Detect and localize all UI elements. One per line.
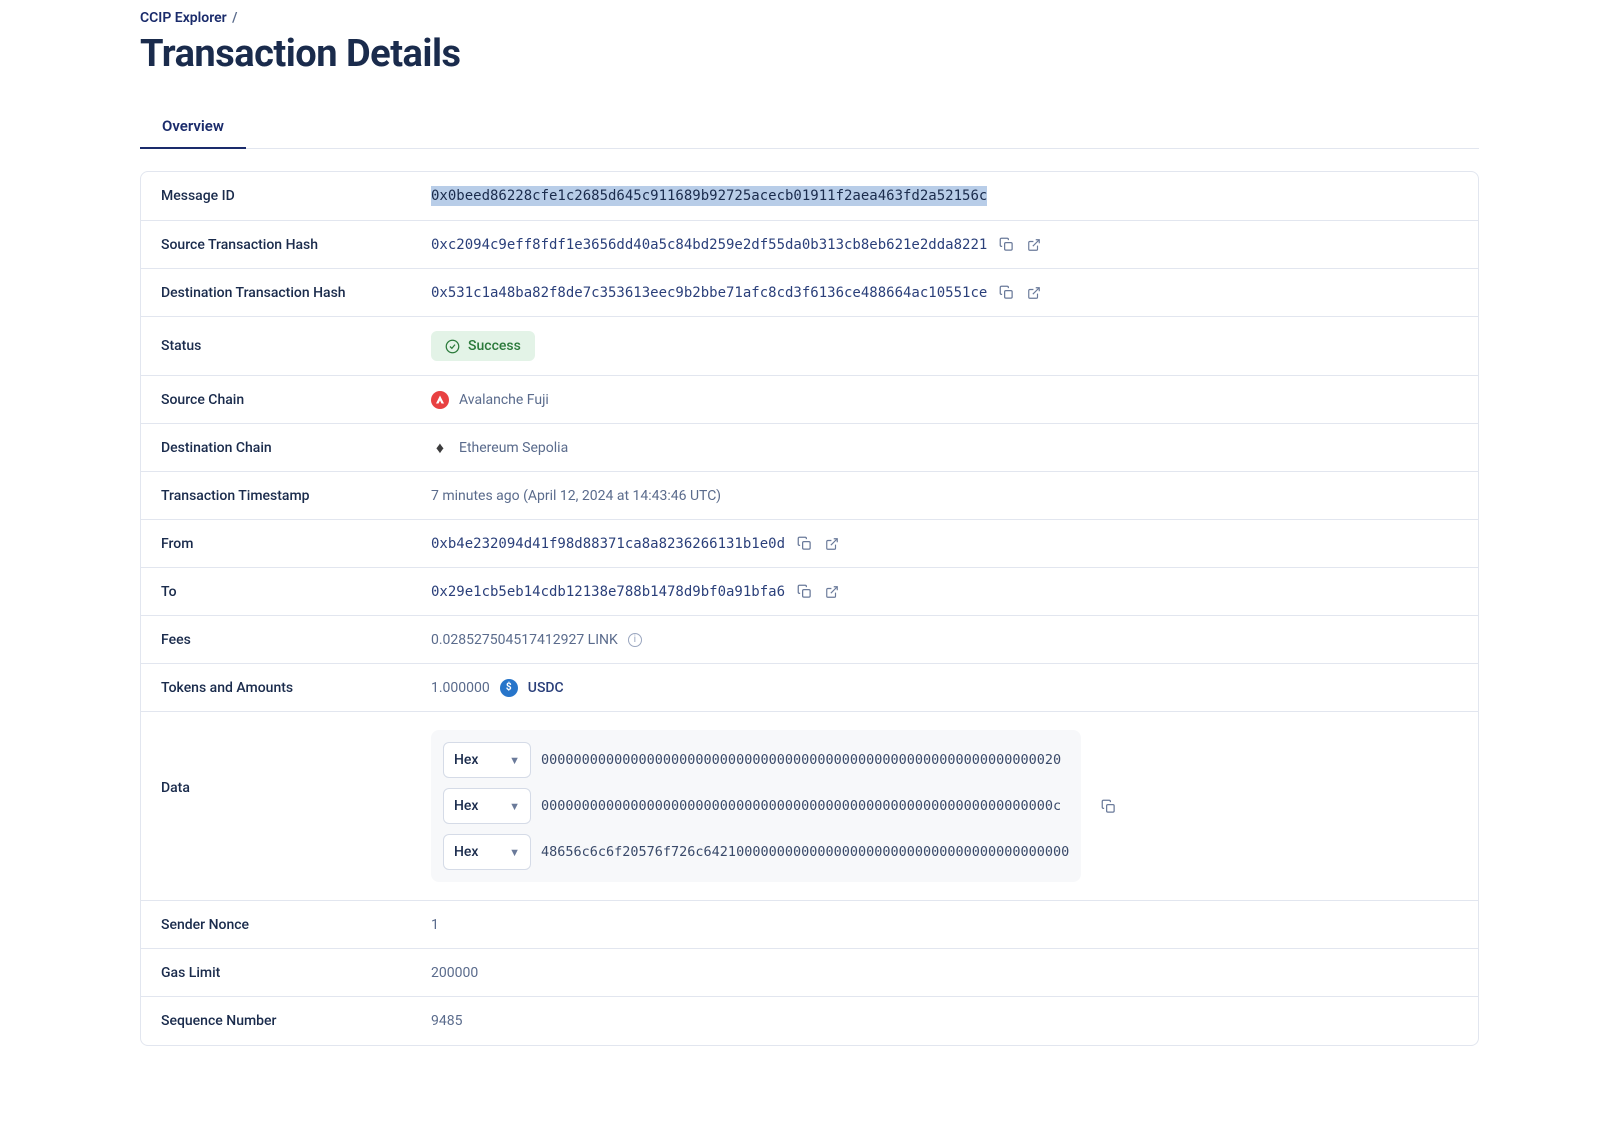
row-dest-tx-hash: Destination Transaction Hash 0x531c1a48b…	[141, 269, 1478, 317]
source-chain-text: Avalanche Fuji	[459, 392, 549, 408]
label-to: To	[161, 584, 431, 600]
data-value-0: 0000000000000000000000000000000000000000…	[541, 752, 1061, 768]
data-format-label: Hex	[454, 844, 478, 860]
value-message-id: 0x0beed86228cfe1c2685d645c911689b92725ac…	[431, 186, 1458, 206]
label-dest-chain: Destination Chain	[161, 440, 431, 456]
token-symbol[interactable]: USDC	[528, 680, 564, 696]
data-format-select[interactable]: Hex ▼	[443, 788, 531, 824]
dest-tx-hash-link[interactable]: 0x531c1a48ba82f8de7c353613eec9b2bbe71afc…	[431, 285, 987, 301]
value-dest-tx-hash: 0x531c1a48ba82f8de7c353613eec9b2bbe71afc…	[431, 284, 1458, 302]
copy-icon[interactable]	[1099, 797, 1117, 815]
row-to: To 0x29e1cb5eb14cdb12138e788b1478d9bf0a9…	[141, 568, 1478, 616]
chevron-down-icon: ▼	[509, 754, 520, 767]
chevron-down-icon: ▼	[509, 846, 520, 859]
from-address-link[interactable]: 0xb4e232094d41f98d88371ca8a8236266131b1e…	[431, 536, 785, 552]
data-format-label: Hex	[454, 798, 478, 814]
data-line-1: Hex ▼ 0000000000000000000000000000000000…	[443, 788, 1069, 824]
row-data: Data Hex ▼ 00000000000000000000000000000…	[141, 712, 1478, 901]
value-fees: 0.028527504517412927 LINK i	[431, 632, 1458, 648]
external-link-icon[interactable]	[823, 535, 841, 553]
fees-text: 0.028527504517412927 LINK	[431, 632, 618, 648]
page-title: Transaction Details	[140, 32, 1479, 76]
row-tokens: Tokens and Amounts 1.000000 $ USDC	[141, 664, 1478, 712]
check-circle-icon	[445, 339, 460, 354]
copy-icon[interactable]	[795, 583, 813, 601]
status-text: Success	[468, 338, 521, 354]
row-nonce: Sender Nonce 1	[141, 901, 1478, 949]
value-timestamp: 7 minutes ago (April 12, 2024 at 14:43:4…	[431, 488, 1458, 504]
label-message-id: Message ID	[161, 188, 431, 204]
data-line-0: Hex ▼ 0000000000000000000000000000000000…	[443, 742, 1069, 778]
label-dest-tx-hash: Destination Transaction Hash	[161, 285, 431, 301]
data-format-label: Hex	[454, 752, 478, 768]
row-status: Status Success	[141, 317, 1478, 376]
avalanche-icon	[431, 391, 449, 409]
label-source-tx-hash: Source Transaction Hash	[161, 237, 431, 253]
row-seq: Sequence Number 9485	[141, 997, 1478, 1045]
label-data: Data	[161, 730, 431, 796]
data-format-select[interactable]: Hex ▼	[443, 834, 531, 870]
data-value-2: 48656c6c6f20576f726c64210000000000000000…	[541, 844, 1069, 860]
label-status: Status	[161, 338, 431, 354]
value-dest-chain: ♦ Ethereum Sepolia	[431, 439, 1458, 457]
value-source-tx-hash: 0xc2094c9eff8fdf1e3656dd40a5c84bd259e2df…	[431, 236, 1458, 254]
data-line-2: Hex ▼ 48656c6c6f20576f726c64210000000000…	[443, 834, 1069, 870]
tabs: Overview	[140, 104, 1479, 149]
data-value-1: 0000000000000000000000000000000000000000…	[541, 798, 1061, 814]
value-status: Success	[431, 331, 1458, 361]
details-card: Message ID 0x0beed86228cfe1c2685d645c911…	[140, 171, 1479, 1046]
external-link-icon[interactable]	[823, 583, 841, 601]
copy-icon[interactable]	[795, 535, 813, 553]
label-timestamp: Transaction Timestamp	[161, 488, 431, 504]
value-gas-limit: 200000	[431, 965, 1458, 981]
chevron-down-icon: ▼	[509, 800, 520, 813]
label-source-chain: Source Chain	[161, 392, 431, 408]
row-source-chain: Source Chain Avalanche Fuji	[141, 376, 1478, 424]
copy-icon[interactable]	[997, 236, 1015, 254]
token-amount: 1.000000	[431, 680, 490, 696]
info-icon[interactable]: i	[628, 633, 642, 647]
row-message-id: Message ID 0x0beed86228cfe1c2685d645c911…	[141, 172, 1478, 221]
row-source-tx-hash: Source Transaction Hash 0xc2094c9eff8fdf…	[141, 221, 1478, 269]
row-timestamp: Transaction Timestamp 7 minutes ago (Apr…	[141, 472, 1478, 520]
breadcrumb: CCIP Explorer /	[140, 10, 1479, 26]
breadcrumb-separator: /	[232, 10, 237, 26]
ethereum-icon: ♦	[431, 439, 449, 457]
message-id-text: 0x0beed86228cfe1c2685d645c911689b92725ac…	[431, 186, 987, 206]
breadcrumb-root-link[interactable]: CCIP Explorer	[140, 10, 227, 26]
tab-overview[interactable]: Overview	[140, 105, 246, 149]
data-block: Hex ▼ 0000000000000000000000000000000000…	[431, 730, 1081, 882]
label-from: From	[161, 536, 431, 552]
row-dest-chain: Destination Chain ♦ Ethereum Sepolia	[141, 424, 1478, 472]
label-nonce: Sender Nonce	[161, 917, 431, 933]
usdc-icon: $	[500, 679, 518, 697]
copy-icon[interactable]	[997, 284, 1015, 302]
value-seq: 9485	[431, 1013, 1458, 1029]
row-from: From 0xb4e232094d41f98d88371ca8a82362661…	[141, 520, 1478, 568]
value-to: 0x29e1cb5eb14cdb12138e788b1478d9bf0a91bf…	[431, 583, 1458, 601]
label-tokens: Tokens and Amounts	[161, 680, 431, 696]
value-from: 0xb4e232094d41f98d88371ca8a8236266131b1e…	[431, 535, 1458, 553]
data-format-select[interactable]: Hex ▼	[443, 742, 531, 778]
row-gas-limit: Gas Limit 200000	[141, 949, 1478, 997]
to-address-link[interactable]: 0x29e1cb5eb14cdb12138e788b1478d9bf0a91bf…	[431, 584, 785, 600]
value-source-chain: Avalanche Fuji	[431, 391, 1458, 409]
row-fees: Fees 0.028527504517412927 LINK i	[141, 616, 1478, 664]
status-badge: Success	[431, 331, 535, 361]
value-tokens: 1.000000 $ USDC	[431, 679, 1458, 697]
external-link-icon[interactable]	[1025, 236, 1043, 254]
label-gas-limit: Gas Limit	[161, 965, 431, 981]
label-fees: Fees	[161, 632, 431, 648]
value-nonce: 1	[431, 917, 1458, 933]
external-link-icon[interactable]	[1025, 284, 1043, 302]
source-tx-hash-link[interactable]: 0xc2094c9eff8fdf1e3656dd40a5c84bd259e2df…	[431, 237, 987, 253]
dest-chain-text: Ethereum Sepolia	[459, 440, 568, 456]
label-seq: Sequence Number	[161, 1013, 431, 1029]
